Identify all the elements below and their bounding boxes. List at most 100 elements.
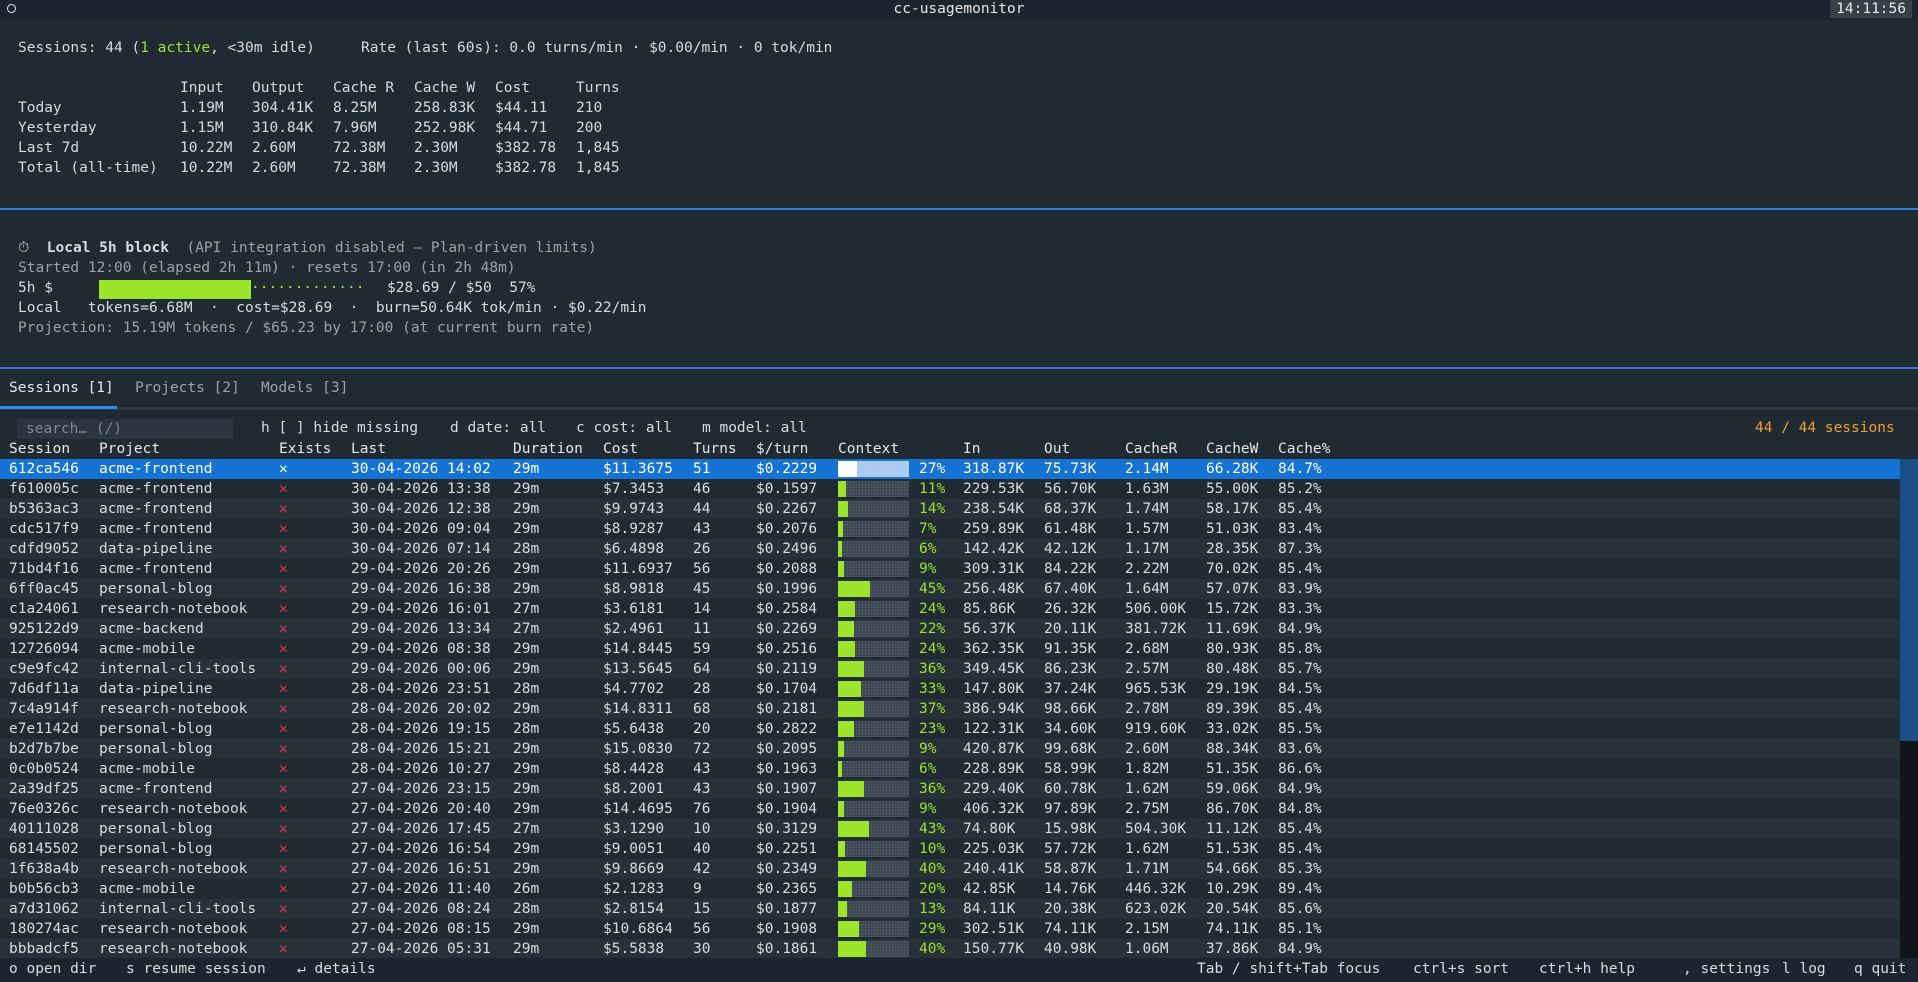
cell-cost-per-turn: $0.2269 [756, 621, 818, 637]
cell-cost: $8.4428 [603, 761, 665, 777]
tab-sessions[interactable]: Sessions [1] [9, 380, 114, 396]
col-header-cost[interactable]: Cost [603, 439, 638, 459]
table-row[interactable]: c1a24061 research-notebook ✕ 29-04-2026 16:… [0, 599, 1900, 619]
cell-cost-per-turn: $0.2251 [756, 841, 818, 857]
context-bar [838, 681, 909, 697]
col-header-exists[interactable]: Exists [279, 439, 331, 459]
table-row[interactable]: 68145502 personal-blog ✕ 27-04-2026 16:54 29… [0, 839, 1900, 859]
context-bar-fill [838, 681, 861, 697]
table-row[interactable]: 1f638a4b research-notebook ✕ 27-04-2026 16:… [0, 859, 1900, 879]
cell-last: 27-04-2026 08:15 [351, 921, 491, 937]
filter-date[interactable]: d date: all [450, 420, 546, 436]
cell-out: 15.98K [1044, 821, 1097, 837]
scrollbar-thumb[interactable] [1900, 459, 1918, 741]
sessions-idle: , <30m idle) [210, 40, 315, 56]
table-row[interactable]: 180274ac research-notebook ✕ 27-04-2026 08:… [0, 919, 1900, 939]
cell-project: acme-mobile [99, 881, 196, 897]
table-row[interactable]: a7d31062 internal-cli-tools ✕ 27-04-2026 08… [0, 899, 1900, 919]
context-pct: 36% [919, 781, 946, 797]
cost-gauge-remaining: ············· [251, 280, 365, 296]
col-header-out[interactable]: Out [1044, 439, 1070, 459]
table-row[interactable]: 40111028 personal-blog ✕ 27-04-2026 17:45 27… [0, 819, 1900, 839]
cell-last: 28-04-2026 23:51 [351, 681, 491, 697]
col-header-cache-pct[interactable]: Cache% [1278, 439, 1330, 459]
context-pct: 20% [919, 881, 946, 897]
summary-cell: 200 [576, 120, 603, 136]
cell-turns: 46 [693, 481, 711, 497]
col-header-cost-per-turn[interactable]: $/turn [756, 439, 808, 459]
footer-settings[interactable]: , settings [1683, 961, 1770, 977]
filter-cost[interactable]: c cost: all [576, 420, 672, 436]
section-divider [0, 208, 1918, 210]
col-header-duration[interactable]: Duration [513, 439, 583, 459]
footer-resume-session[interactable]: s resume session [126, 961, 266, 977]
table-row[interactable]: 71bd4f16 acme-frontend ✕ 29-04-2026 20:26 29… [0, 559, 1900, 579]
table-row[interactable]: 7c4a914f research-notebook ✕ 28-04-2026 20:… [0, 699, 1900, 719]
summary-cell: 10.22M [180, 140, 233, 156]
table-row[interactable]: 925122d9 acme-backend ✕ 29-04-2026 13:34 27m… [0, 619, 1900, 639]
table-row[interactable]: c9e9fc42 internal-cli-tools ✕ 29-04-2026 00… [0, 659, 1900, 679]
table-row[interactable]: 7d6df11a data-pipeline ✕ 28-04-2026 23:51 28… [0, 679, 1900, 699]
context-pct: 37% [919, 701, 946, 717]
table-row[interactable]: 2a39df25 acme-frontend ✕ 27-04-2026 23:15 29… [0, 779, 1900, 799]
context-pct: 22% [919, 621, 946, 637]
footer-details[interactable]: ↵ details [297, 961, 376, 977]
footer-log[interactable]: l log [1782, 961, 1826, 977]
cell-turns: 51 [693, 461, 711, 477]
cell-cache-w: 51.03K [1206, 521, 1259, 537]
context-pct: 36% [919, 661, 946, 677]
sessions-summary: Sessions: 44 (1 active, <30m idle) [18, 40, 315, 56]
summary-cell: 252.98K [414, 120, 476, 136]
col-header-last[interactable]: Last [351, 439, 386, 459]
cell-project: research-notebook [99, 601, 248, 617]
context-bar-fill [838, 481, 846, 497]
cell-session-id: c1a24061 [9, 601, 79, 617]
context-pct: 45% [919, 581, 946, 597]
summary-cell: 1.19M [180, 100, 224, 116]
col-header-cache-w[interactable]: CacheW [1206, 439, 1258, 459]
context-pct: 9% [919, 801, 937, 817]
footer-focus[interactable]: Tab / shift+Tab focus [1197, 961, 1380, 977]
tab-projects[interactable]: Projects [2] [135, 380, 240, 396]
cell-cache-w: 70.02K [1206, 561, 1259, 577]
footer-quit[interactable]: q quit [1854, 961, 1906, 977]
table-row[interactable]: cdfd9052 data-pipeline ✕ 30-04-2026 07:14 28… [0, 539, 1900, 559]
missing-x-icon: ✕ [279, 841, 288, 857]
cell-cost-per-turn: $0.2095 [756, 741, 818, 757]
search-input[interactable]: search… (/) [17, 419, 233, 439]
table-row[interactable]: 612ca546 acme-frontend ✕ 30-04-2026 14:02 29… [0, 459, 1900, 479]
cell-turns: 40 [693, 841, 711, 857]
missing-x-icon: ✕ [279, 721, 288, 737]
tab-models[interactable]: Models [3] [261, 380, 348, 396]
col-header-session-id[interactable]: Session [9, 439, 70, 459]
footer-open-dir[interactable]: o open dir [9, 961, 96, 977]
col-header-in[interactable]: In [963, 439, 980, 459]
cell-last: 27-04-2026 05:31 [351, 941, 491, 957]
filter-hide-missing[interactable]: h [ ] hide missing [261, 420, 418, 436]
table-row[interactable]: 6ff0ac45 personal-blog ✕ 29-04-2026 16:38 29… [0, 579, 1900, 599]
col-header-context[interactable]: Context [838, 439, 899, 459]
table-row[interactable]: 76e0326c research-notebook ✕ 27-04-2026 20:… [0, 799, 1900, 819]
context-bar-fill [838, 541, 842, 557]
col-header-turns[interactable]: Turns [693, 439, 737, 459]
table-row[interactable]: b2d7b7be personal-blog ✕ 28-04-2026 15:21 29… [0, 739, 1900, 759]
cell-cost: $14.4695 [603, 801, 673, 817]
col-header-cache-r[interactable]: CacheR [1125, 439, 1177, 459]
cell-cache-pct: 85.4% [1278, 501, 1322, 517]
table-row[interactable]: f610005c acme-frontend ✕ 30-04-2026 13:38 29… [0, 479, 1900, 499]
table-row[interactable]: b0b56cb3 acme-mobile ✕ 27-04-2026 11:40 26m $… [0, 879, 1900, 899]
cell-cost-per-turn: $0.1861 [756, 941, 818, 957]
table-row[interactable]: 0c0b0524 acme-mobile ✕ 28-04-2026 10:27 29m $… [0, 759, 1900, 779]
table-row[interactable]: cdc517f9 acme-frontend ✕ 30-04-2026 09:04 29… [0, 519, 1900, 539]
table-row[interactable]: b5363ac3 acme-frontend ✕ 30-04-2026 12:38 29… [0, 499, 1900, 519]
cell-project: data-pipeline [99, 681, 213, 697]
col-header-project[interactable]: Project [99, 439, 160, 459]
table-row[interactable]: bbbadcf5 research-notebook ✕ 27-04-2026 05:… [0, 939, 1900, 959]
footer-help[interactable]: ctrl+h help [1539, 961, 1635, 977]
filter-model[interactable]: m model: all [702, 420, 807, 436]
table-row[interactable]: e7e1142d personal-blog ✕ 28-04-2026 19:15 28… [0, 719, 1900, 739]
cell-in: 147.80K [963, 681, 1025, 697]
table-row[interactable]: 12726094 acme-mobile ✕ 29-04-2026 08:38 29m $… [0, 639, 1900, 659]
context-pct: 6% [919, 541, 937, 557]
footer-sort[interactable]: ctrl+s sort [1413, 961, 1509, 977]
